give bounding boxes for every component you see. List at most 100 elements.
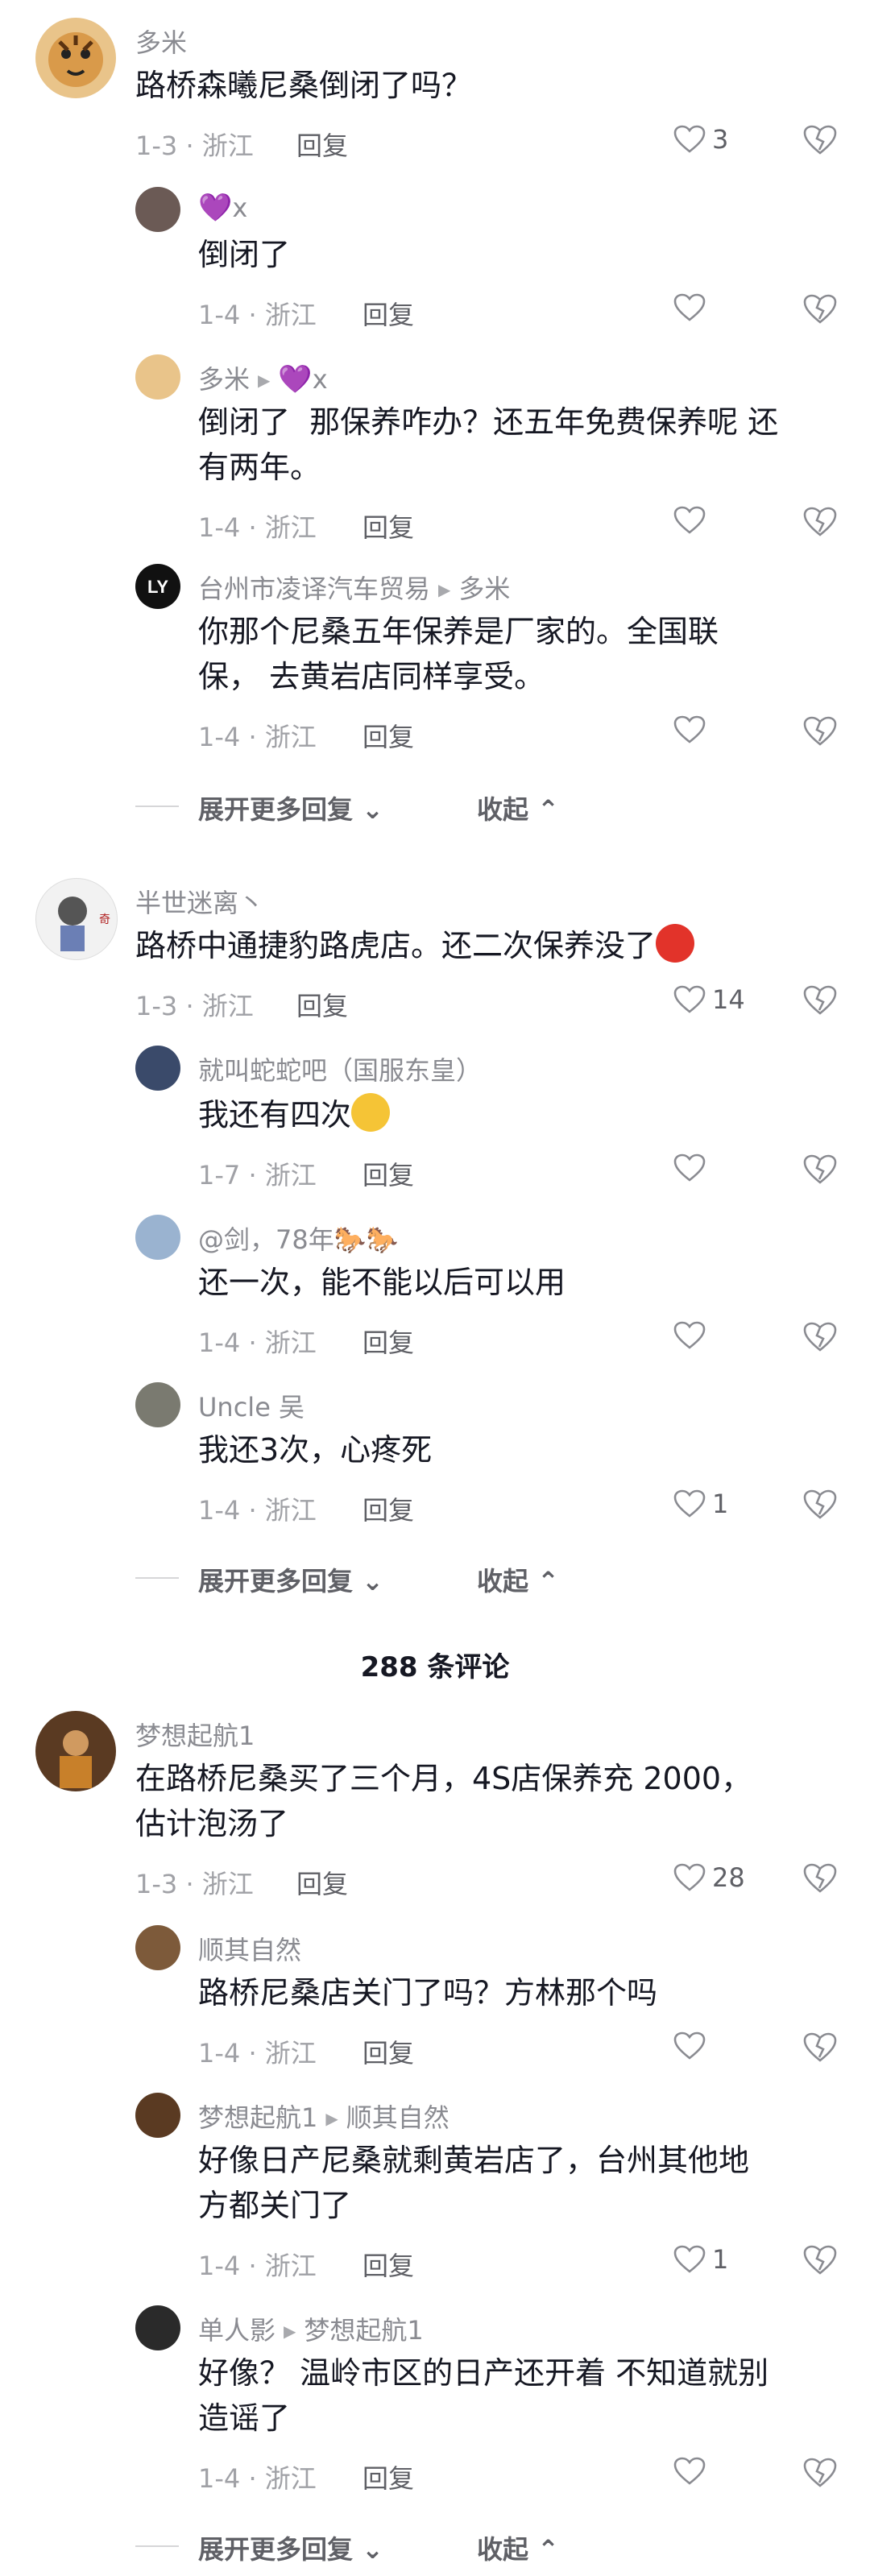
reply-author[interactable]: 多米 ▶ 💜x [198,359,328,396]
reply-author[interactable]: 💜x [198,192,247,224]
avatar[interactable] [135,1046,180,1091]
reply-text: 还一次，能不能以后可以用 [198,1265,566,1300]
avatar[interactable] [135,2093,180,2138]
like-button[interactable] [673,2031,749,2060]
collapse-replies-button[interactable]: 收起 ⌃ [477,789,559,826]
reply-button[interactable]: 回复 [362,507,414,545]
arrow-right-icon: ▶ [325,2109,338,2128]
avatar[interactable] [135,1215,180,1260]
chevron-up-icon: ⌃ [537,794,559,825]
comment-meta: 1-3 · 浙江 [135,130,254,161]
expand-replies-button[interactable]: 展开更多回复 ⌄ [198,789,383,826]
reply-button[interactable]: 回复 [296,126,348,163]
collapse-replies-button[interactable]: 收起 ⌃ [477,1561,559,1598]
like-button[interactable]: 14 [673,984,749,1015]
collapse-replies-button[interactable]: 收起 ⌃ [477,2529,559,2566]
dislike-icon[interactable] [802,1862,838,1895]
like-button[interactable] [673,715,749,744]
reply-text: 我还3次，心疼死 [198,1432,433,1468]
reply-meta: 1-7 · 浙江 [198,1160,317,1191]
reply-button[interactable]: 回复 [362,1155,414,1192]
avatar[interactable] [135,187,180,232]
dislike-icon[interactable] [802,293,838,325]
like-button[interactable]: 3 [673,124,749,155]
dislike-icon[interactable] [802,506,838,538]
like-button[interactable] [673,1321,749,1350]
like-count: 1 [712,2244,729,2275]
reply-text: 我还有四次 [198,1092,391,1137]
heart-icon [673,985,706,1013]
chevron-down-icon: ⌄ [362,1566,383,1597]
chevron-down-icon: ⌄ [362,794,383,825]
like-button[interactable] [673,2457,749,2486]
comment-text: 路桥森曦尼桑倒闭了吗？ [135,68,473,103]
crying-emoji-icon [351,1093,391,1132]
dislike-icon[interactable] [802,984,838,1017]
reply-author[interactable]: 台州市凌译汽车贸易 ▶ 多米 [198,569,510,606]
reply-button[interactable]: 回复 [362,2033,414,2070]
heart-icon [673,1489,706,1518]
reply-author[interactable]: 顺其自然 [198,1930,301,1967]
chevron-up-icon: ⌃ [537,1566,559,1597]
like-button[interactable] [673,1153,749,1182]
comment-author[interactable]: 多米 [135,23,187,60]
dislike-icon[interactable] [802,1489,838,1521]
reply-text: 倒闭了 [198,237,291,272]
like-button[interactable]: 1 [673,2244,749,2275]
reply-author[interactable]: 梦想起航1 ▶ 顺其自然 [198,2098,450,2135]
avatar[interactable] [135,1382,180,1427]
reply-author[interactable]: 单人影 ▶ 梦想起航1 [198,2310,424,2347]
reply-meta: 1-4 · 浙江 [198,722,317,752]
reply-meta: 1-4 · 浙江 [198,2463,317,2494]
reply-author[interactable]: @剑，78年🐎🐎 [198,1220,398,1257]
arrow-right-icon: ▶ [438,580,451,599]
svg-text:奇: 奇 [99,913,110,926]
reply-button[interactable]: 回复 [296,1864,348,1901]
dislike-icon[interactable] [802,2244,838,2276]
like-button[interactable]: 28 [673,1862,749,1893]
chevron-up-icon: ⌃ [537,2534,559,2565]
dislike-icon[interactable] [802,124,838,156]
dislike-icon[interactable] [802,2457,838,2489]
comment-author[interactable]: 梦想起航1 [135,1716,255,1753]
avatar[interactable] [135,354,180,400]
like-button[interactable] [673,506,749,535]
reply-button[interactable]: 回复 [362,2458,414,2495]
heart-icon [673,1321,706,1349]
reply-button[interactable]: 回复 [296,986,348,1023]
reply-author[interactable]: 就叫蛇蛇吧（国服东皇） [198,1050,482,1087]
avatar[interactable]: LY [135,564,180,609]
angry-emoji-icon [656,924,695,963]
reply-text: 好像日产尼桑就剩黄岩店了，台州其他地 方都关门了 [198,2143,750,2223]
avatar[interactable]: 奇 [35,878,118,960]
like-button[interactable]: 1 [673,1489,749,1519]
avatar[interactable] [35,18,116,98]
heart-icon [673,125,706,153]
horse-emoji-icon: 🐎🐎 [334,1224,399,1255]
comment-count-header: 288 条评论 [360,1651,510,1684]
avatar[interactable] [135,1925,180,1970]
like-button[interactable] [673,293,749,322]
reply-button[interactable]: 回复 [362,295,414,332]
arrow-right-icon: ▶ [284,2321,296,2341]
comment-author[interactable]: 半世迷离丶 [135,883,264,920]
avatar[interactable] [135,2305,180,2350]
reply-button[interactable]: 回复 [362,1323,414,1360]
reply-button[interactable]: 回复 [362,717,414,754]
reply-button[interactable]: 回复 [362,1490,414,1527]
reply-button[interactable]: 回复 [362,2246,414,2283]
reply-text: 好像？ 温岭市区的日产还开着 不知道就别 造谣了 [198,2355,769,2436]
reply-meta: 1-4 · 浙江 [198,1327,317,1358]
expand-replies-button[interactable]: 展开更多回复 ⌄ [198,2529,383,2566]
reply-meta: 1-4 · 浙江 [198,300,317,330]
expand-replies-button[interactable]: 展开更多回复 ⌄ [198,1561,383,1598]
dislike-icon[interactable] [802,2031,838,2064]
heart-icon [673,2457,706,2485]
dislike-icon[interactable] [802,1153,838,1186]
reply-author[interactable]: Uncle 吴 [198,1387,304,1424]
like-count: 28 [712,1862,745,1893]
dislike-icon[interactable] [802,715,838,748]
dislike-icon[interactable] [802,1321,838,1353]
divider [135,1577,179,1579]
avatar[interactable] [35,1711,116,1791]
